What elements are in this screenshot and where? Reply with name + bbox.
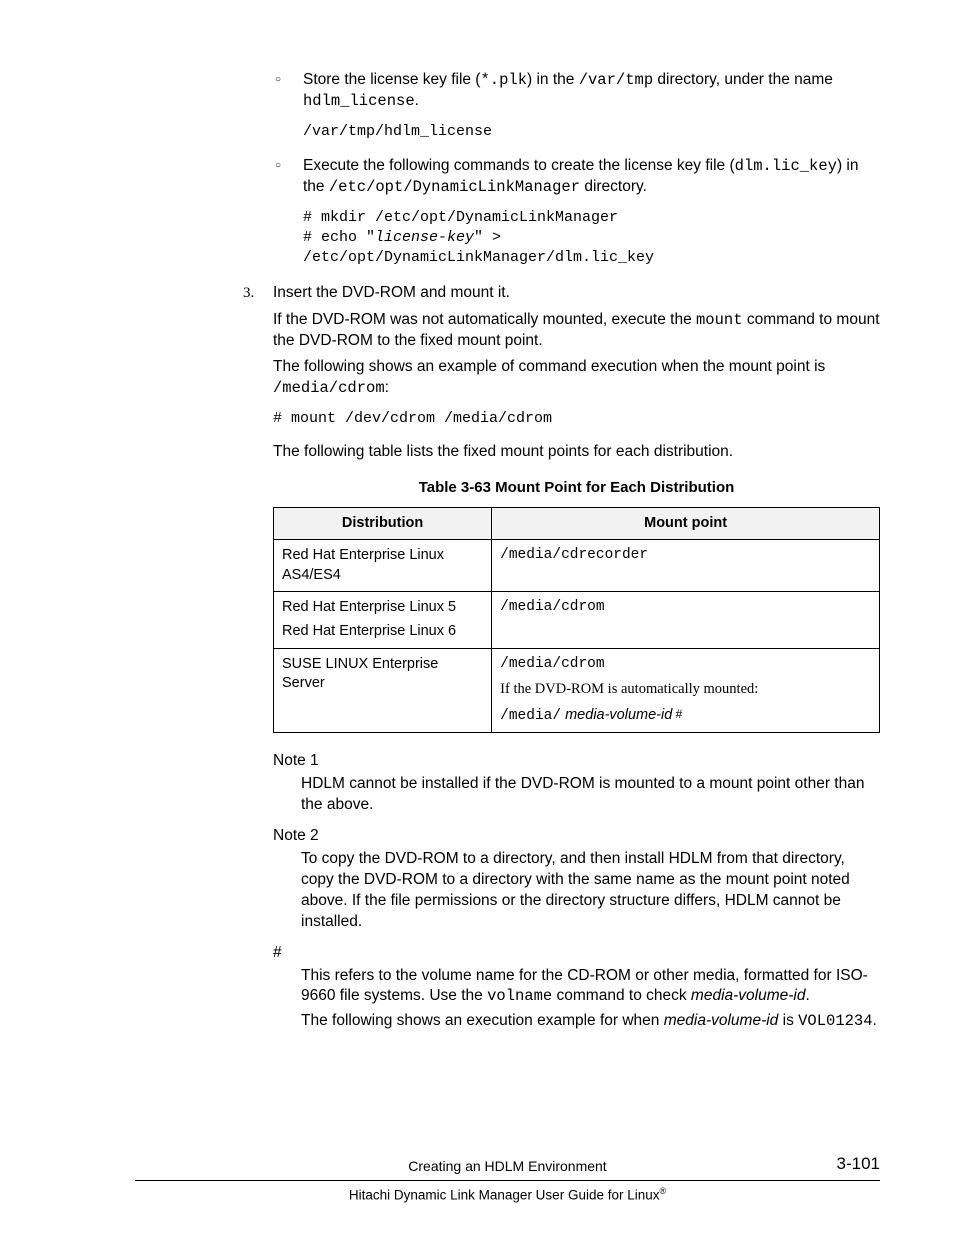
hash-ref: # xyxy=(672,707,682,721)
text: is xyxy=(778,1012,798,1029)
table-cell: /media/cdrom If the DVD-ROM is automatic… xyxy=(492,648,880,733)
text: Store the license key file ( xyxy=(303,71,480,88)
text: : xyxy=(385,379,389,396)
code: /media/cdrom xyxy=(500,655,871,675)
note-label: Note 2 xyxy=(273,826,880,847)
step-line: The following table lists the fixed moun… xyxy=(273,442,880,463)
code: VOL01234 xyxy=(798,1012,872,1030)
footer-guide-row: Hitachi Dynamic Link Manager User Guide … xyxy=(135,1181,880,1205)
step-line: If the DVD-ROM was not automatically mou… xyxy=(273,310,880,352)
text: . xyxy=(415,92,419,109)
registered-icon: ® xyxy=(660,1186,667,1196)
code-block: # mount /dev/cdrom /media/cdrom xyxy=(273,409,880,429)
page-footer: Creating an HDLM Environment 3-101 Hitac… xyxy=(135,1157,880,1205)
page-number: 3-101 xyxy=(837,1153,880,1176)
table-caption: Table 3-63 Mount Point for Each Distribu… xyxy=(273,478,880,498)
table-cell: Red Hat Enterprise Linux 5 Red Hat Enter… xyxy=(274,592,492,648)
text: ) in the xyxy=(527,71,579,88)
note-body: To copy the DVD-ROM to a directory, and … xyxy=(301,849,880,933)
code-line: " > xyxy=(474,229,501,246)
table-header: Mount point xyxy=(492,507,880,540)
code-block: /var/tmp/hdlm_license xyxy=(303,122,880,142)
text: directory. xyxy=(580,178,647,195)
footer-title-row: Creating an HDLM Environment 3-101 xyxy=(135,1157,880,1181)
table-header: Distribution xyxy=(274,507,492,540)
table-row: Red Hat Enterprise Linux 5 Red Hat Enter… xyxy=(274,592,880,648)
sub-bullet-list: Store the license key file (*.plk) in th… xyxy=(275,70,880,269)
bullet-item: Store the license key file (*.plk) in th… xyxy=(275,70,880,142)
code: hdlm_license xyxy=(303,92,415,110)
text: The following shows an execution example… xyxy=(301,1012,664,1029)
table-cell: /media/cdrecorder xyxy=(492,540,880,592)
table-header-row: Distribution Mount point xyxy=(274,507,880,540)
note-body: This refers to the volume name for the C… xyxy=(301,966,880,1008)
step-line: The following shows an example of comman… xyxy=(273,357,880,399)
note-body: The following shows an execution example… xyxy=(301,1011,880,1032)
note-label: # xyxy=(273,943,880,964)
bullet-item: Execute the following commands to create… xyxy=(275,156,880,269)
mount-point-table: Distribution Mount point Red Hat Enterpr… xyxy=(273,507,880,734)
notes-section: Note 1 HDLM cannot be installed if the D… xyxy=(273,751,880,1032)
text: command to check xyxy=(552,987,691,1004)
table-row: SUSE LINUX Enterprise Server /media/cdro… xyxy=(274,648,880,733)
text: . xyxy=(873,1012,877,1029)
table-cell: SUSE LINUX Enterprise Server xyxy=(274,648,492,733)
code: mount xyxy=(696,311,743,329)
italic: media-volume-id xyxy=(561,707,672,723)
step-3: 3. Insert the DVD-ROM and mount it. If t… xyxy=(243,283,880,1033)
code: /media/cdrom xyxy=(273,379,385,397)
code-block: # mkdir /etc/opt/DynamicLinkManager # ec… xyxy=(303,208,880,269)
footer-title: Creating an HDLM Environment xyxy=(408,1158,606,1174)
step-line: Insert the DVD-ROM and mount it. xyxy=(273,283,880,304)
page-content: Store the license key file (*.plk) in th… xyxy=(135,70,880,1042)
text: The following shows an example of comman… xyxy=(273,358,825,375)
code: /etc/opt/DynamicLinkManager xyxy=(329,178,580,196)
step-number: 3. xyxy=(243,283,254,303)
footer-guide: Hitachi Dynamic Link Manager User Guide … xyxy=(349,1188,660,1203)
code: volname xyxy=(487,987,552,1005)
table-cell: /media/cdrom xyxy=(492,592,880,648)
text: Red Hat Enterprise Linux 6 xyxy=(282,622,483,642)
note-body: HDLM cannot be installed if the DVD-ROM … xyxy=(301,774,880,816)
code: /var/tmp xyxy=(579,71,653,89)
code-line: /etc/opt/DynamicLinkManager/dlm.lic_key xyxy=(303,249,654,266)
text: directory, under the name xyxy=(653,71,833,88)
table-cell: Red Hat Enterprise Linux AS4/ES4 xyxy=(274,540,492,592)
code-italic: license-key xyxy=(375,229,474,246)
text: If the DVD-ROM was not automatically mou… xyxy=(273,311,696,328)
italic: media-volume-id xyxy=(691,987,806,1004)
text: . xyxy=(806,987,810,1004)
code: *.plk xyxy=(480,71,527,89)
code-line: # mkdir /etc/opt/DynamicLinkManager xyxy=(303,209,618,226)
code-line: # echo " xyxy=(303,229,375,246)
text: If the DVD-ROM is automatically mounted: xyxy=(500,680,871,700)
italic: media-volume-id xyxy=(664,1012,779,1029)
text: Red Hat Enterprise Linux 5 xyxy=(282,598,483,618)
num: 3. xyxy=(243,285,254,301)
table-row: Red Hat Enterprise Linux AS4/ES4 /media/… xyxy=(274,540,880,592)
text: Execute the following commands to create… xyxy=(303,157,735,174)
note-label: Note 1 xyxy=(273,751,880,772)
code: /media/ xyxy=(500,708,561,724)
code: dlm.lic_key xyxy=(735,157,837,175)
